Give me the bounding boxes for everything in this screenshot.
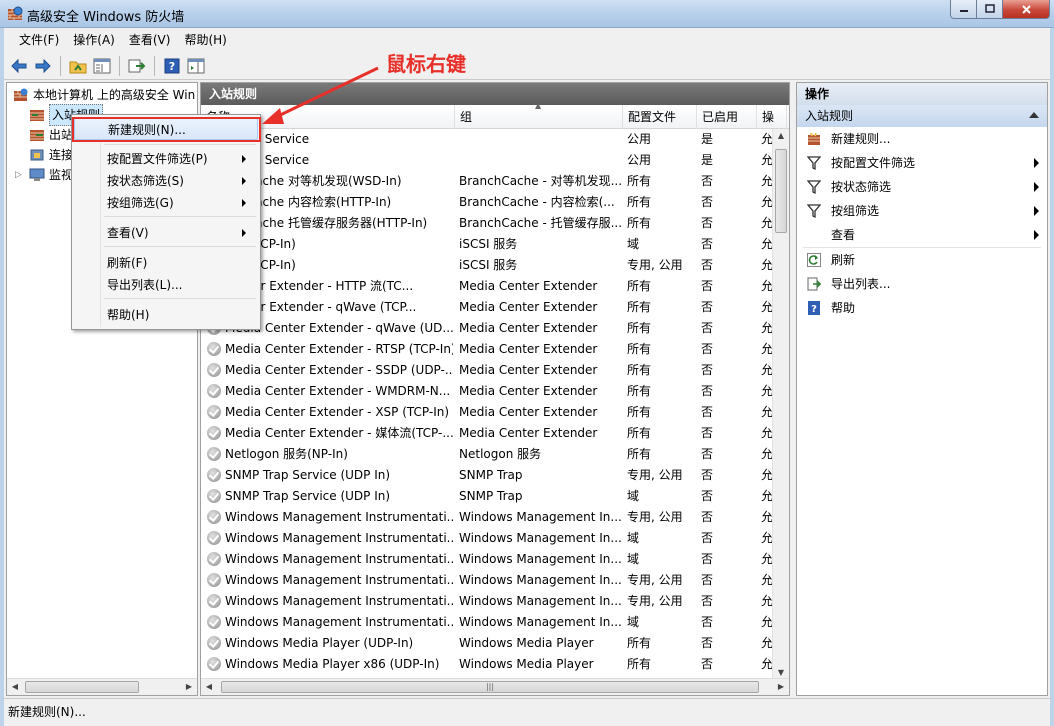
annotation-arrow	[262, 66, 379, 124]
annotation-label: 鼠标右键	[386, 52, 466, 76]
status-text: 新建规则(N)...	[8, 705, 86, 719]
status-bar: 新建规则(N)...	[0, 698, 1054, 726]
